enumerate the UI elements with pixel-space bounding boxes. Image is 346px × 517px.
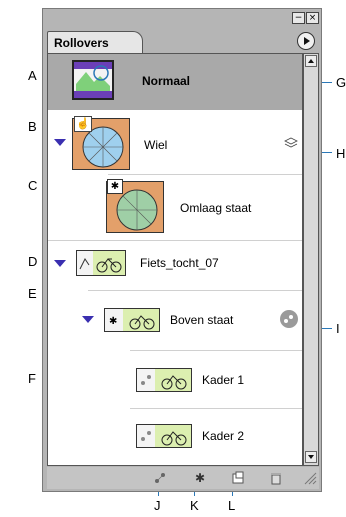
separator: [88, 290, 302, 291]
tab-rollovers[interactable]: Rollovers: [47, 31, 143, 53]
callout-b: B: [28, 119, 37, 134]
list-item-wiel[interactable]: ☝ Wiel: [48, 112, 302, 174]
list-item-fiets-tocht-07[interactable]: Fiets_tocht_07: [48, 244, 302, 284]
callout-k: K: [190, 498, 199, 513]
fiets-thumbnail: [76, 250, 126, 276]
callout-h: H: [336, 146, 346, 161]
wiel-expand-triangle[interactable]: [54, 139, 66, 146]
callout-e: E: [28, 286, 37, 301]
resize-grip-icon[interactable]: [303, 471, 317, 485]
list-item-kader-1[interactable]: Kader 1: [48, 354, 302, 404]
hand-cursor-icon: ☝: [74, 116, 92, 132]
create-target-icon[interactable]: [153, 471, 167, 485]
separator: [48, 240, 302, 241]
callout-l: L: [228, 498, 236, 513]
list-item-omlaag-staat[interactable]: ✱ Omlaag staat: [48, 175, 302, 237]
callout-d: D: [28, 254, 38, 269]
boven-label: Boven staat: [170, 313, 234, 327]
close-button[interactable]: ×: [306, 12, 319, 24]
svg-text:✱: ✱: [109, 316, 117, 327]
callout-f: F: [28, 371, 36, 386]
kader2-thumbnail: [136, 424, 192, 448]
callout-c: C: [28, 178, 38, 193]
callout-j: J: [154, 498, 161, 513]
normaal-thumbnail: [72, 60, 114, 100]
callout-g: G: [336, 75, 346, 90]
scroll-down-glyph: [308, 455, 314, 459]
separator: [130, 350, 302, 351]
separator: [130, 408, 302, 409]
tab-label: Rollovers: [54, 36, 109, 50]
kader1-label: Kader 1: [202, 373, 245, 387]
scroll-up-glyph: [308, 59, 314, 63]
list-item-kader-2[interactable]: Kader 2: [48, 412, 302, 462]
boven-expand-triangle[interactable]: [82, 316, 94, 323]
wiel-label: Wiel: [144, 138, 168, 152]
layers-icon[interactable]: [284, 136, 298, 148]
rollovers-panel: − × Rollovers Normaal ☝ Wiel ✱ Omlaag st…: [42, 8, 322, 492]
rollover-list: Normaal ☝ Wiel ✱ Omlaag staat Fiets_toch…: [47, 53, 303, 466]
trash-icon[interactable]: [269, 471, 283, 485]
new-layer-icon[interactable]: [231, 471, 245, 485]
normaal-label: Normaal: [142, 74, 191, 88]
minimize-button[interactable]: −: [292, 12, 305, 24]
scrollbar[interactable]: [303, 53, 319, 466]
panel-menu-icon[interactable]: [297, 32, 315, 50]
list-item-normaal[interactable]: Normaal: [48, 54, 302, 110]
list-item-boven-staat[interactable]: ✱ Boven staat: [48, 300, 302, 342]
panel-footer: ✱: [47, 467, 319, 489]
target-icon[interactable]: [280, 310, 298, 328]
fiets-expand-triangle[interactable]: [54, 260, 66, 267]
omlaag-label: Omlaag staat: [180, 201, 252, 215]
callout-i: I: [336, 321, 340, 336]
kader1-thumbnail: [136, 368, 192, 392]
kader2-label: Kader 2: [202, 429, 245, 443]
boven-thumbnail: ✱: [104, 308, 160, 332]
fiets-label: Fiets_tocht_07: [140, 256, 219, 270]
new-state-icon[interactable]: ✱: [193, 471, 207, 485]
callout-a: A: [28, 68, 37, 83]
omlaag-state-icon: ✱: [107, 179, 123, 194]
